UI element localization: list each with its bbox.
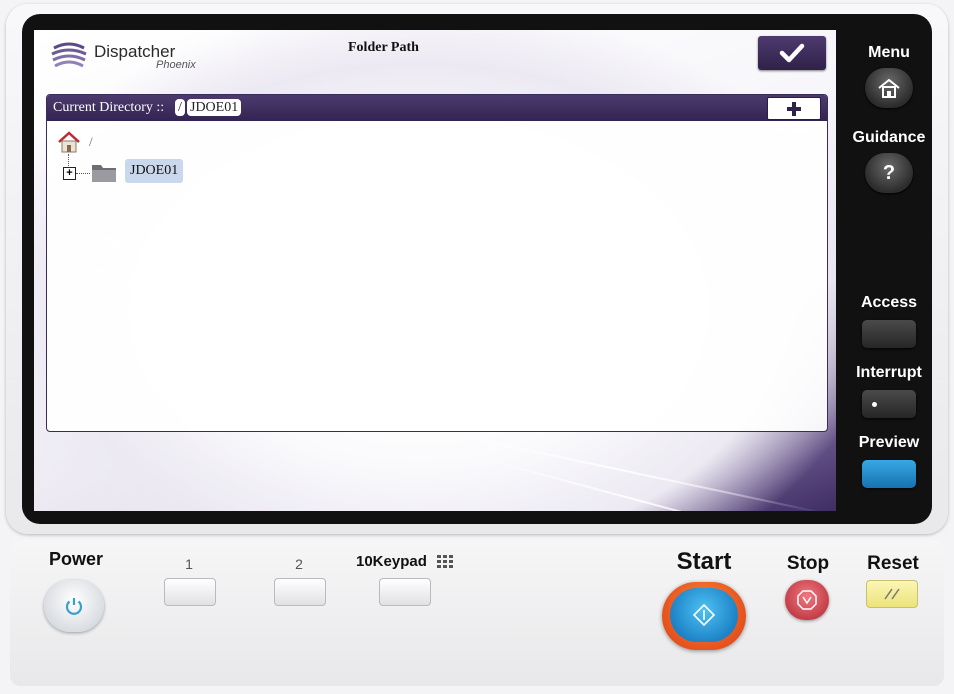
logo-subtext: Phoenix [156, 59, 196, 71]
key-2-label: 2 [295, 556, 303, 572]
keypad-label: 10Keypad [356, 553, 427, 570]
interrupt-button[interactable] [862, 390, 916, 418]
folder-tree: / + JDOE01 [47, 121, 827, 431]
indicator-light [872, 402, 877, 407]
start-button-inner [670, 588, 738, 642]
power-button[interactable] [44, 580, 104, 632]
ok-button[interactable] [758, 36, 826, 70]
preview-button[interactable] [862, 460, 916, 488]
dispatcher-logo-icon [51, 42, 87, 68]
path-current-chip[interactable]: JDOE01 [187, 99, 242, 116]
reset-label: Reset [867, 553, 919, 574]
directory-header: Current Directory :: / JDOE01 [47, 95, 827, 121]
folder-item-jdoe01[interactable]: JDOE01 [125, 159, 184, 183]
page-title: Folder Path [348, 40, 419, 55]
home-icon[interactable] [57, 131, 81, 153]
question-icon: ? [882, 161, 896, 184]
background-streak [413, 425, 826, 511]
menu-button[interactable] [865, 68, 913, 108]
start-button[interactable] [662, 582, 746, 650]
key-2-button[interactable] [274, 578, 326, 606]
keypad-button[interactable] [379, 578, 431, 606]
start-diamond-icon [692, 603, 716, 627]
stop-button[interactable] [785, 580, 829, 620]
stop-icon [797, 590, 817, 610]
tree-connector [68, 154, 69, 168]
interrupt-label: Interrupt [856, 364, 922, 381]
folder-icon [92, 165, 116, 182]
add-folder-button[interactable] [767, 97, 821, 120]
directory-panel: Current Directory :: / JDOE01 / + JDOE01 [46, 94, 828, 432]
keypad-grid-icon [437, 555, 453, 568]
start-label: Start [676, 548, 732, 575]
preview-label: Preview [858, 434, 920, 451]
root-path-label: / [89, 134, 93, 149]
control-panel: Dispatcher Phoenix Folder Path Current D… [22, 14, 932, 524]
key-1-button[interactable] [164, 578, 216, 606]
tree-connector [76, 173, 90, 174]
path-root-chip[interactable]: / [175, 99, 185, 116]
power-icon [65, 598, 83, 615]
guidance-button[interactable]: ? [865, 153, 913, 193]
access-label: Access [860, 294, 918, 311]
app-logo: Dispatcher Phoenix [50, 40, 200, 71]
stop-label: Stop [786, 553, 830, 574]
reset-icon [884, 588, 900, 600]
access-button[interactable] [862, 320, 916, 348]
home-icon [878, 78, 900, 98]
plus-icon [787, 101, 801, 116]
power-label: Power [48, 549, 104, 569]
guidance-label: Guidance [852, 129, 926, 146]
reset-button[interactable] [866, 580, 918, 608]
checkmark-icon [779, 43, 805, 63]
key-1-label: 1 [185, 556, 193, 572]
touch-screen: Dispatcher Phoenix Folder Path Current D… [34, 30, 836, 511]
plus-box-icon[interactable]: + [63, 167, 76, 180]
current-directory-label: Current Directory :: [53, 100, 165, 115]
menu-label: Menu [868, 44, 910, 61]
